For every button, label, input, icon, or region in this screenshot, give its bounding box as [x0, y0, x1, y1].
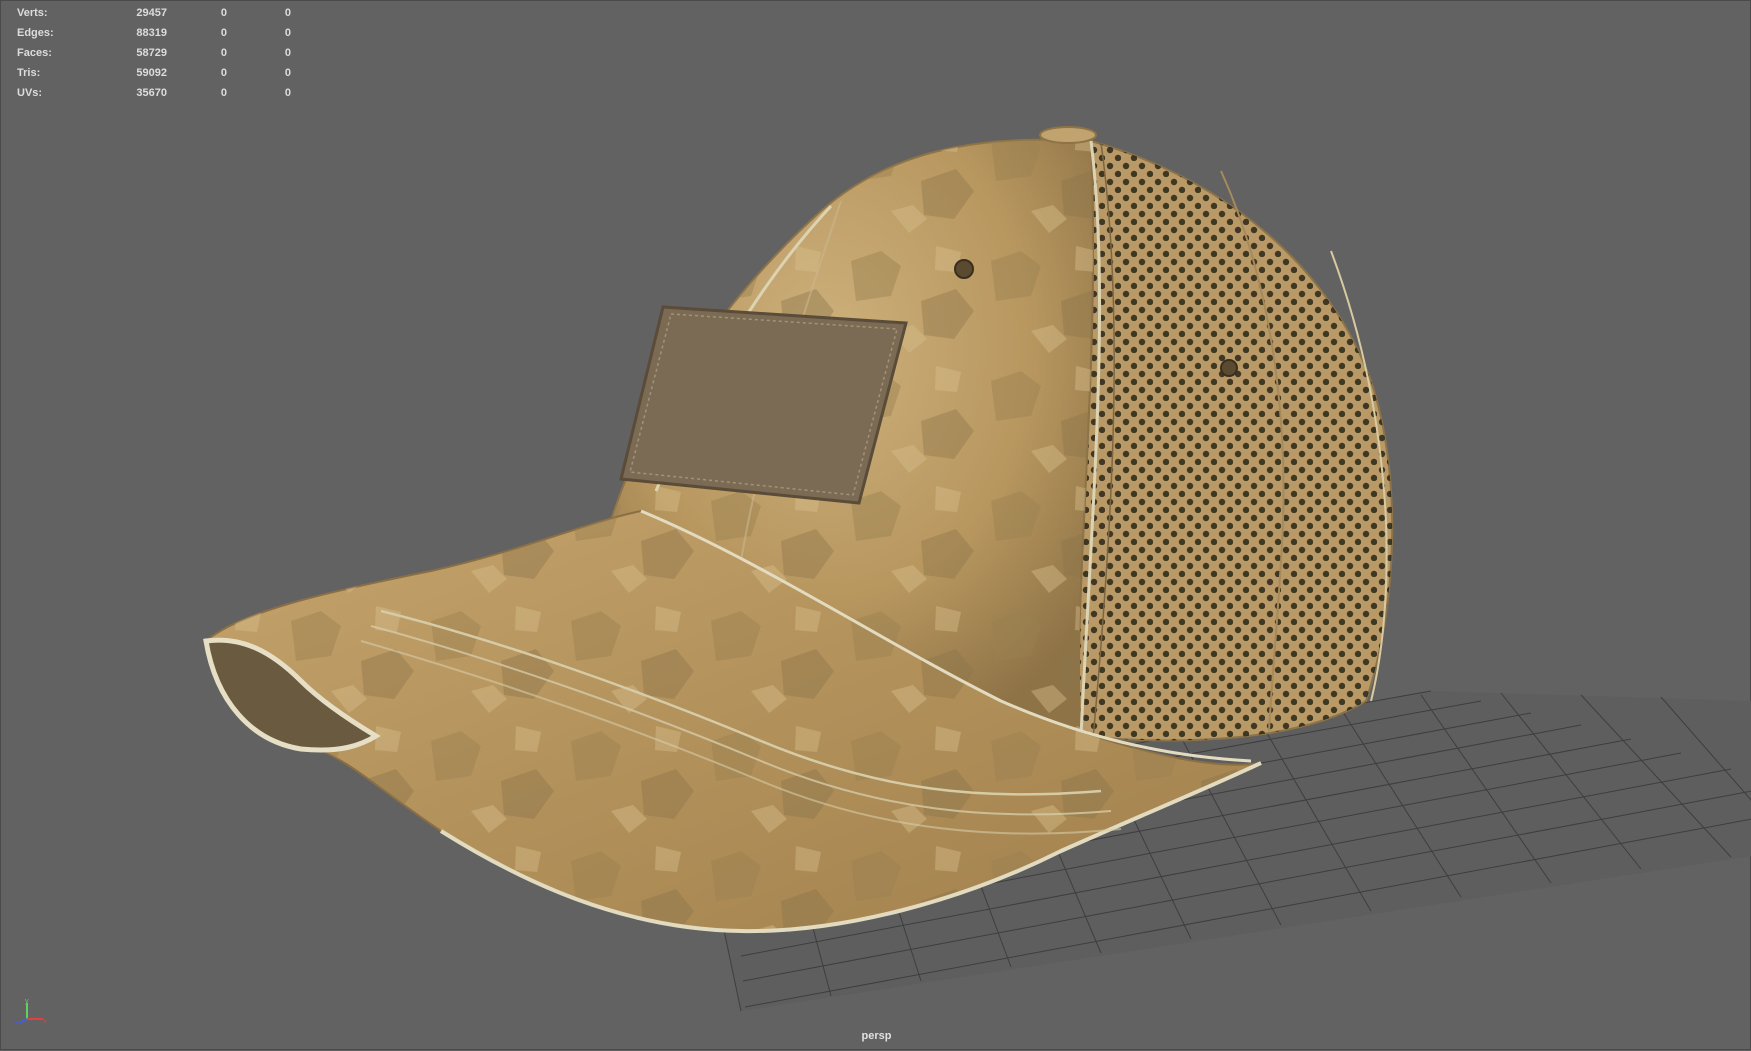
hud-selected: 0 [220, 47, 227, 59]
hud-row-uvs: UVs: 35670 0 0 [17, 83, 291, 103]
hud-value: 58729 [136, 47, 167, 59]
hud-row-faces: Faces: 58729 0 0 [17, 43, 291, 63]
hud-component: 0 [284, 27, 291, 39]
svg-text:z: z [14, 1021, 18, 1028]
hud-selected: 0 [220, 7, 227, 19]
hud-component: 0 [284, 87, 291, 99]
eyelet [954, 259, 974, 279]
eyelet [1220, 359, 1238, 377]
hud-selected: 0 [220, 67, 227, 79]
camera-name-label: persp [861, 1030, 892, 1042]
axis-gizmo-icon: y x z [14, 998, 47, 1028]
hud-label: Faces: [17, 47, 52, 59]
hud-label: Tris: [17, 67, 41, 79]
svg-text:y: y [25, 998, 29, 1005]
hud-component: 0 [284, 7, 291, 19]
hud-row-verts: Verts: 29457 0 0 [17, 3, 291, 23]
hud-label: Verts: [17, 7, 48, 19]
hud-selected: 0 [220, 87, 227, 99]
hud-row-edges: Edges: 88319 0 0 [17, 23, 291, 43]
3d-viewport[interactable]: Verts: 29457 0 0 Edges: 88319 0 0 Faces:… [0, 0, 1751, 1050]
velcro-patch [619, 305, 908, 505]
hud-value: 29457 [136, 7, 167, 19]
heads-up-display: Verts: 29457 0 0 Edges: 88319 0 0 Faces:… [17, 3, 291, 103]
hud-value: 88319 [136, 27, 167, 39]
svg-text:x: x [43, 1018, 47, 1025]
hud-value: 35670 [136, 87, 167, 99]
hud-value: 59092 [136, 67, 167, 79]
viewport-scene[interactable] [1, 1, 1751, 1051]
hud-component: 0 [284, 67, 291, 79]
hud-selected: 0 [220, 27, 227, 39]
hud-row-tris: Tris: 59092 0 0 [17, 63, 291, 83]
hud-component: 0 [284, 47, 291, 59]
hud-label: UVs: [17, 87, 43, 99]
hud-label: Edges: [17, 27, 54, 39]
cap-button [1039, 126, 1097, 144]
